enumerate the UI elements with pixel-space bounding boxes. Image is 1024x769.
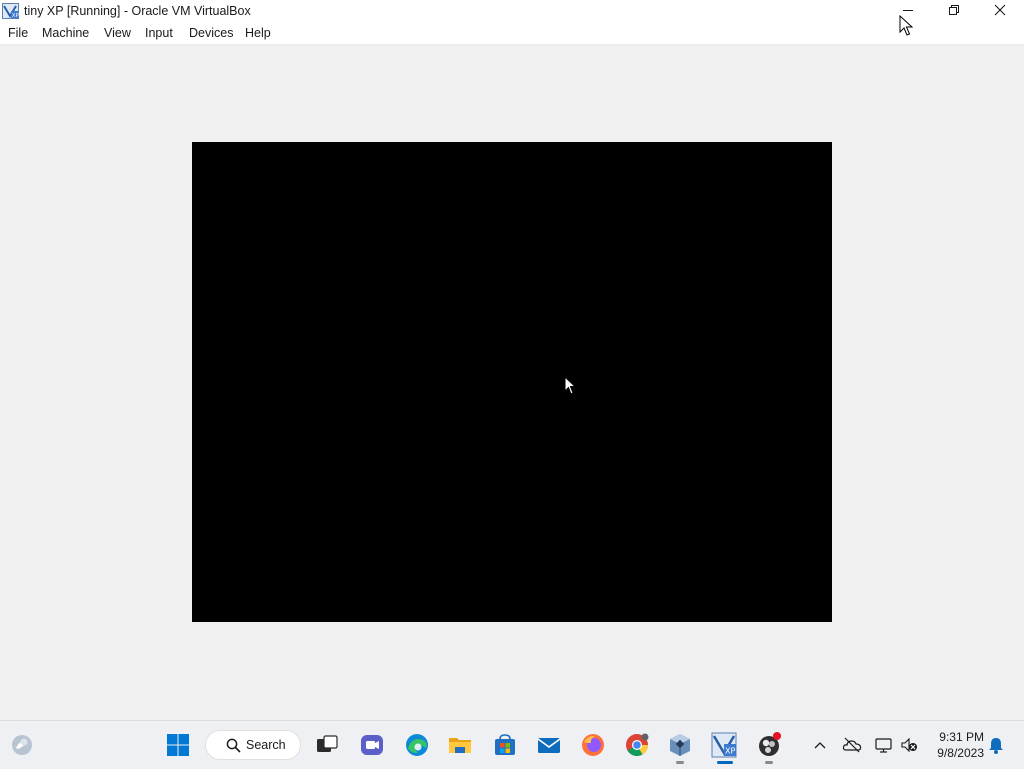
search-icon xyxy=(226,738,241,758)
firefox-icon[interactable] xyxy=(580,732,606,758)
clock-date: 9/8/2023 xyxy=(937,746,984,760)
menu-file[interactable]: File xyxy=(8,26,28,40)
menu-help[interactable]: Help xyxy=(245,26,271,40)
virtualbox-running-indicator xyxy=(676,761,684,764)
obs-running-indicator xyxy=(765,761,773,764)
taskbar: Search XP 9:31 PM 9/8/2023 xyxy=(0,720,1024,769)
virtualbox-xp-icon: XP xyxy=(2,3,19,19)
edge-icon[interactable] xyxy=(404,732,430,758)
menu-bar: File Machine View Input Devices Help xyxy=(0,23,1024,45)
mouse-cursor-icon xyxy=(899,14,914,42)
notification-bell-icon[interactable] xyxy=(987,735,1007,755)
svg-text:XP: XP xyxy=(12,13,19,19)
menu-machine[interactable]: Machine xyxy=(42,26,89,40)
vm-display[interactable] xyxy=(192,142,832,622)
system-clock[interactable]: 9:31 PM 9/8/2023 xyxy=(924,729,984,761)
search-label: Search xyxy=(246,738,286,752)
volume-muted-icon[interactable] xyxy=(900,735,920,755)
file-explorer-icon[interactable] xyxy=(447,732,473,758)
obs-icon[interactable] xyxy=(756,732,782,758)
mail-icon[interactable] xyxy=(536,732,562,758)
menu-devices[interactable]: Devices xyxy=(189,26,233,40)
close-button[interactable] xyxy=(977,0,1023,23)
onedrive-icon[interactable] xyxy=(842,735,862,755)
window-title: tiny XP [Running] - Oracle VM VirtualBox xyxy=(24,4,251,18)
restore-icon xyxy=(948,3,960,21)
widgets-icon[interactable] xyxy=(10,733,34,757)
task-view-icon[interactable] xyxy=(314,732,340,758)
taskbar-search[interactable]: Search xyxy=(205,730,301,760)
microsoft-store-icon[interactable] xyxy=(492,732,518,758)
virtualbox-window: XP tiny XP [Running] - Oracle VM Virtual… xyxy=(0,0,1024,720)
vm-mouse-cursor-icon xyxy=(564,375,577,401)
chrome-icon[interactable] xyxy=(624,732,650,758)
menu-view[interactable]: View xyxy=(104,26,131,40)
network-icon[interactable] xyxy=(874,735,894,755)
svg-text:XP: XP xyxy=(725,747,735,756)
virtualbox-xp-vm-icon[interactable]: XP xyxy=(711,732,737,758)
menu-input[interactable]: Input xyxy=(145,26,173,40)
clock-time: 9:31 PM xyxy=(939,730,984,744)
chevron-up-icon[interactable] xyxy=(812,735,832,755)
restore-button[interactable] xyxy=(931,0,977,23)
close-icon xyxy=(994,3,1006,21)
virtualbox-icon[interactable] xyxy=(667,732,693,758)
active-window-indicator xyxy=(717,761,733,764)
teams-chat-icon[interactable] xyxy=(359,732,385,758)
start-icon[interactable] xyxy=(166,733,190,757)
title-bar[interactable]: XP tiny XP [Running] - Oracle VM Virtual… xyxy=(0,0,1024,23)
